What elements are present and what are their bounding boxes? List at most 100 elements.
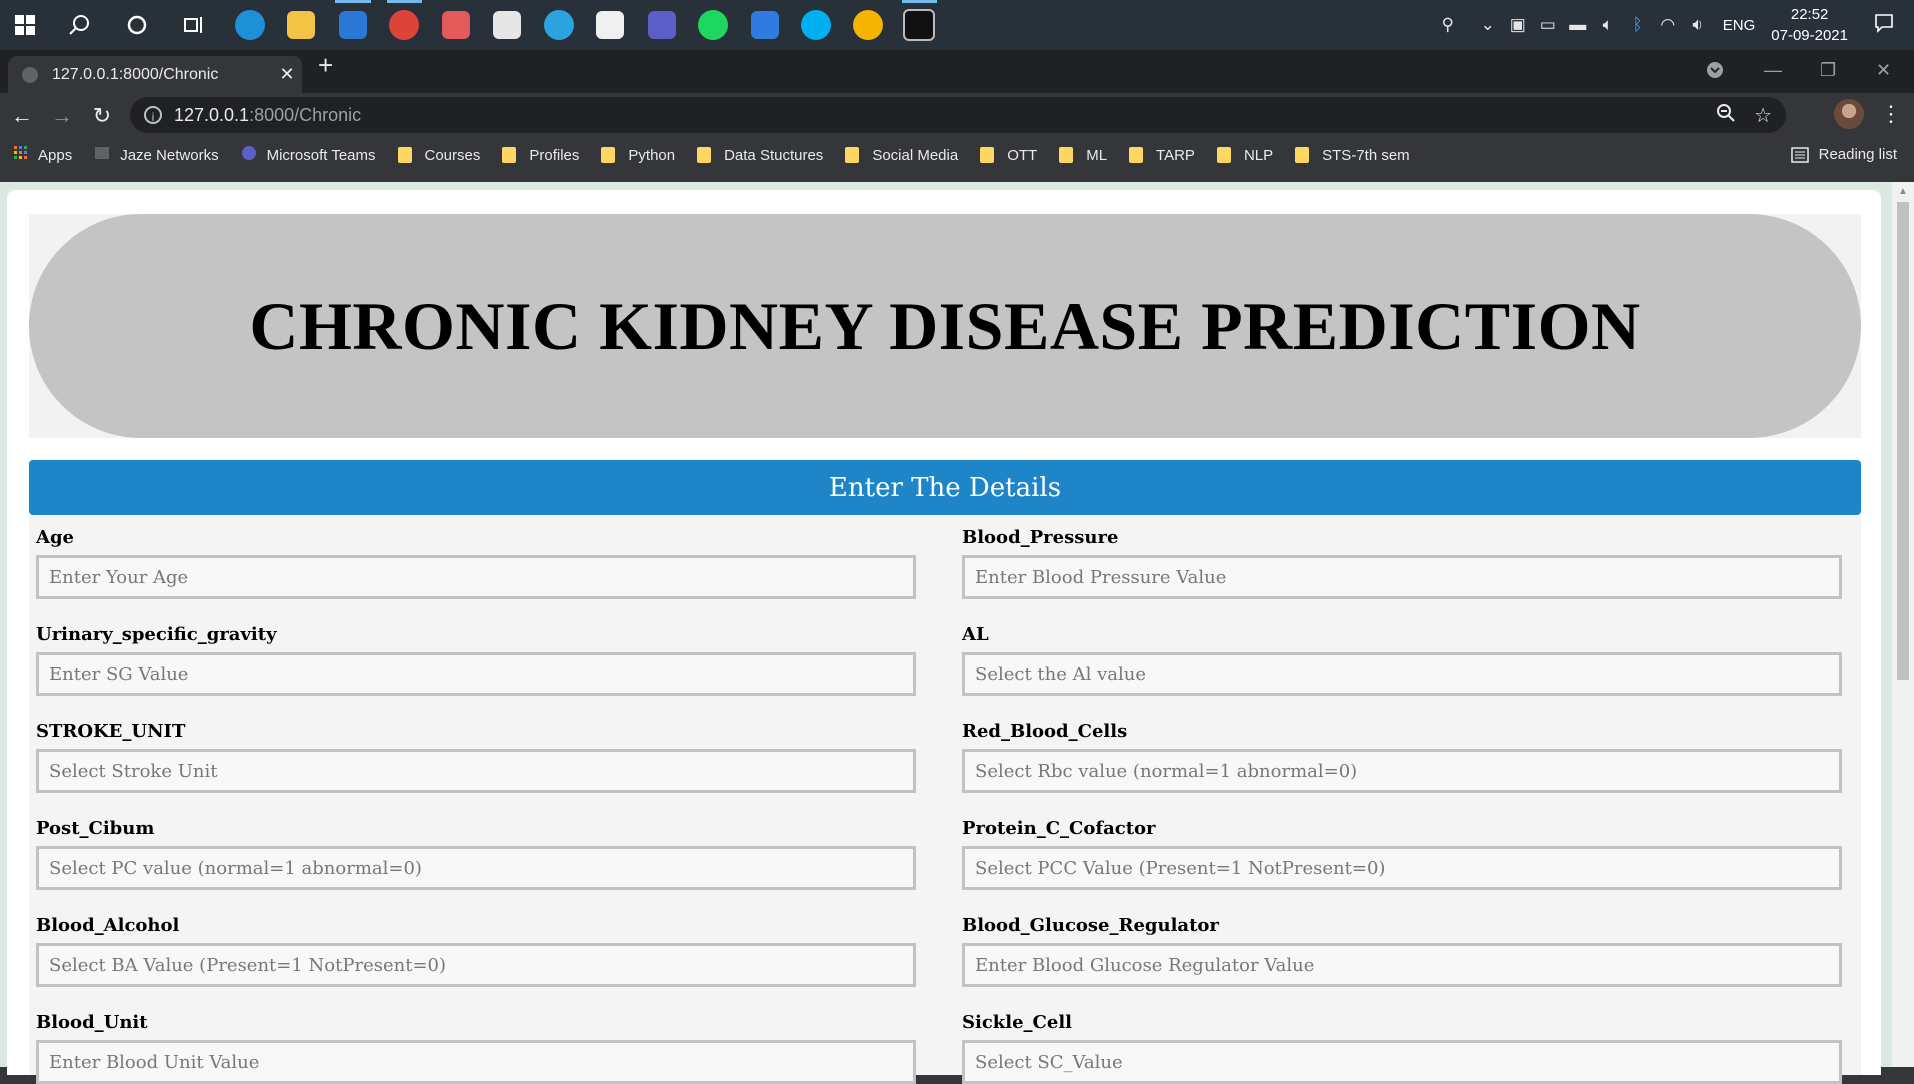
cortana-icon[interactable] xyxy=(108,0,166,50)
battery-icon[interactable]: ▬ xyxy=(1563,15,1593,35)
minimize-button[interactable]: — xyxy=(1764,50,1782,90)
tab-title: 127.0.0.1:8000/Chronic xyxy=(52,65,219,83)
terminal-taskbar-icon[interactable] xyxy=(894,0,946,50)
profile-avatar[interactable] xyxy=(1834,99,1864,129)
apps-grid-icon xyxy=(14,146,28,164)
bookmark-item[interactable]: Microsoft Teams xyxy=(241,145,376,165)
reading-list-button[interactable]: Reading list xyxy=(1790,146,1897,163)
browser-tab[interactable]: 127.0.0.1:8000/Chronic ✕ xyxy=(8,56,302,93)
teams-taskbar-icon[interactable] xyxy=(636,0,688,50)
back-button[interactable]: ← xyxy=(2,103,42,129)
weather-icon xyxy=(852,10,883,40)
store-icon xyxy=(596,11,625,39)
chrome-icon xyxy=(389,10,420,40)
bookmark-label: Apps xyxy=(38,146,73,164)
telegram-taskbar-icon[interactable] xyxy=(533,0,585,50)
bookmark-item[interactable]: Courses xyxy=(397,145,480,165)
page-scrollbar[interactable]: ▲ xyxy=(1892,182,1914,1067)
form-field: STROKE_UNIT xyxy=(36,721,916,793)
forward-button[interactable]: → xyxy=(42,103,82,129)
bookmark-item[interactable]: Social Media xyxy=(845,145,958,165)
bookmark-item[interactable]: Data Stuctures xyxy=(697,145,823,165)
todo-taskbar-icon[interactable] xyxy=(739,0,791,50)
browser-toolbar: ← → ↻ i 127.0.0.1:8000/Chronic ☆ ⋮ xyxy=(0,93,1914,138)
bookmark-label: NLP xyxy=(1243,146,1274,164)
form-field: Age xyxy=(36,527,916,599)
field-input[interactable] xyxy=(962,846,1842,890)
wifi-icon[interactable]: ◠ xyxy=(1653,15,1683,35)
field-label: Urinary_specific_gravity xyxy=(36,624,277,645)
field-label: STROKE_UNIT xyxy=(36,721,186,742)
field-input[interactable] xyxy=(36,652,916,696)
field-label: Blood_Pressure xyxy=(962,527,1119,548)
teams-icon xyxy=(647,11,676,39)
bookmark-label: Data Stuctures xyxy=(724,146,824,164)
paint-taskbar-icon[interactable] xyxy=(430,0,482,50)
zoom-icon[interactable] xyxy=(1716,103,1736,129)
windows-start-icon[interactable] xyxy=(0,0,50,50)
scrollbar-thumb[interactable] xyxy=(1897,202,1909,680)
bookmark-item[interactable]: TARP xyxy=(1129,145,1195,165)
notifications-icon[interactable] xyxy=(1874,13,1894,37)
bluetooth-icon[interactable]: ᛒ xyxy=(1623,15,1653,35)
field-label: Blood_Unit xyxy=(36,1012,148,1033)
speaker-icon[interactable]: 🔉︎ xyxy=(1683,15,1713,35)
chrome-taskbar-icon[interactable] xyxy=(379,0,431,50)
mail-taskbar-icon[interactable] xyxy=(327,0,379,50)
spotify-taskbar-icon[interactable] xyxy=(688,0,740,50)
form-field: Blood_Pressure xyxy=(962,527,1842,599)
weather-taskbar-icon[interactable] xyxy=(842,0,894,50)
bookmark-item[interactable]: Python xyxy=(601,145,675,165)
bookmark-item[interactable]: Apps xyxy=(14,145,72,165)
clock[interactable]: 22:52 07-09-2021 xyxy=(1771,4,1848,46)
field-input[interactable] xyxy=(36,749,916,793)
people-icon[interactable]: ⚲ xyxy=(1433,15,1463,35)
close-window-button[interactable]: ✕ xyxy=(1876,50,1891,90)
bookmark-item[interactable]: Jaze Networks xyxy=(94,145,219,165)
system-tray: ⚲ ⌄ ▣ ▭ ▬ 🔈︎ ᛒ ◠ 🔉︎ ENG 22:52 07-09-2021 xyxy=(1433,0,1914,50)
settings-taskbar-icon[interactable] xyxy=(482,0,534,50)
field-input[interactable] xyxy=(962,555,1842,599)
camera-icon[interactable]: ▭ xyxy=(1533,15,1563,35)
tab-search-icon[interactable] xyxy=(1706,50,1724,90)
scroll-up-icon[interactable]: ▲ xyxy=(1898,186,1908,197)
search-icon[interactable] xyxy=(50,0,108,50)
field-input[interactable] xyxy=(36,846,916,890)
menu-kebab-icon[interactable]: ⋮ xyxy=(1880,101,1902,127)
form-field: Sickle_Cell xyxy=(962,1012,1842,1084)
new-tab-button[interactable]: + xyxy=(318,52,333,78)
bookmark-label: Microsoft Teams xyxy=(266,146,376,164)
field-input[interactable] xyxy=(962,749,1842,793)
field-input[interactable] xyxy=(36,943,916,987)
bookmark-item[interactable]: ML xyxy=(1059,145,1107,165)
reload-button[interactable]: ↻ xyxy=(82,103,122,129)
task-view-icon[interactable] xyxy=(166,0,224,50)
volume-icon[interactable]: 🔈︎ xyxy=(1593,15,1623,35)
site-info-icon[interactable]: i xyxy=(144,106,162,124)
edge-taskbar-icon[interactable] xyxy=(224,0,276,50)
teams-tray-icon[interactable]: ▣ xyxy=(1503,15,1533,35)
field-input[interactable] xyxy=(962,943,1842,987)
bookmark-item[interactable]: NLP xyxy=(1216,145,1274,165)
bookmark-item[interactable]: OTT xyxy=(980,145,1037,165)
field-input[interactable] xyxy=(962,1040,1842,1084)
tab-close-icon[interactable]: ✕ xyxy=(272,64,302,85)
restore-button[interactable]: ❐ xyxy=(1820,50,1836,90)
clock-time: 22:52 xyxy=(1790,6,1829,23)
file-explorer-taskbar-icon[interactable] xyxy=(276,0,328,50)
folder-icon xyxy=(1295,147,1310,163)
field-input[interactable] xyxy=(36,555,916,599)
form-field: Red_Blood_Cells xyxy=(962,721,1842,793)
chevron-up-icon[interactable]: ⌄ xyxy=(1473,15,1503,35)
address-bar[interactable]: i 127.0.0.1:8000/Chronic ☆ xyxy=(130,97,1786,133)
field-input[interactable] xyxy=(962,652,1842,696)
skype-taskbar-icon[interactable] xyxy=(791,0,843,50)
field-input[interactable] xyxy=(36,1040,916,1084)
todo-icon xyxy=(750,11,779,39)
store-taskbar-icon[interactable] xyxy=(585,0,637,50)
bookmark-star-icon[interactable]: ☆ xyxy=(1754,103,1772,129)
bookmark-item[interactable]: Profiles xyxy=(502,145,579,165)
language-indicator[interactable]: ENG xyxy=(1723,17,1756,34)
folder-icon xyxy=(502,147,517,163)
bookmark-item[interactable]: STS-7th sem xyxy=(1295,145,1410,165)
